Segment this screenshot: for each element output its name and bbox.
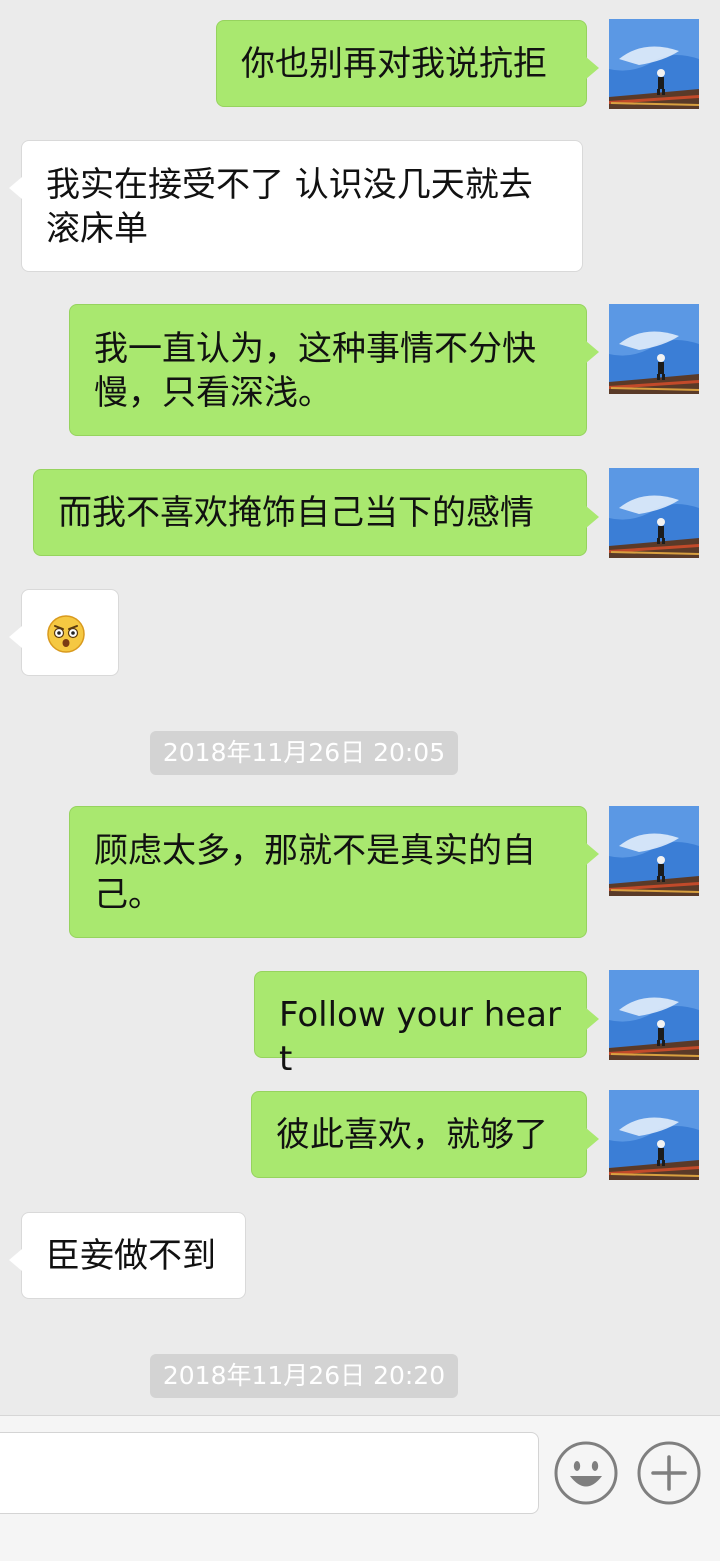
message-text: 我实在接受不了 认识没几天就去滚床单: [46, 165, 533, 249]
message-bubble-sent[interactable]: 而我不喜欢掩饰自己当下的感情: [33, 469, 599, 556]
my-avatar[interactable]: [609, 304, 699, 394]
message-bubble-sent[interactable]: 你也别再对我说抗拒: [216, 20, 599, 107]
message-text: 臣妾做不到: [46, 1236, 216, 1276]
timestamp: 2018年11月26日 20:20: [150, 1354, 458, 1398]
message-text: 顾虑太多，那就不是真实的自己。: [94, 831, 536, 915]
message-input[interactable]: [0, 1432, 539, 1514]
message-bubble-received[interactable]: [9, 589, 119, 676]
message-text: 我一直认为，这种事情不分快慢，只看深浅。: [94, 329, 536, 413]
avatar-image: [609, 970, 699, 1060]
shocked-face-emoji: [47, 615, 85, 653]
avatar-image: [609, 304, 699, 394]
my-avatar[interactable]: [609, 806, 699, 896]
timestamp: 2018年11月26日 20:05: [150, 731, 458, 775]
plus-icon[interactable]: [637, 1441, 701, 1505]
message-text: 彼此喜欢，就够了: [276, 1115, 548, 1155]
message-bubble-sent[interactable]: 彼此喜欢，就够了: [251, 1091, 599, 1178]
message-text: 而我不喜欢掩饰自己当下的感情: [58, 493, 534, 533]
avatar-image: [609, 468, 699, 558]
message-bubble-sent[interactable]: 我一直认为，这种事情不分快慢，只看深浅。: [69, 304, 599, 436]
avatar-image: [609, 19, 699, 109]
message-bubble-received[interactable]: 我实在接受不了 认识没几天就去滚床单: [9, 140, 583, 272]
avatar-image: [609, 806, 699, 896]
my-avatar[interactable]: [609, 468, 699, 558]
avatar-image: [609, 1090, 699, 1180]
message-text: Follow your heart: [279, 995, 561, 1079]
my-avatar[interactable]: [609, 19, 699, 109]
emoji-icon[interactable]: [554, 1441, 618, 1505]
my-avatar[interactable]: [609, 1090, 699, 1180]
my-avatar[interactable]: [609, 970, 699, 1060]
input-bar: [0, 1415, 720, 1561]
message-bubble-sent[interactable]: 顾虑太多，那就不是真实的自己。: [69, 806, 599, 938]
message-bubble-received[interactable]: 臣妾做不到: [9, 1212, 246, 1299]
message-text: 你也别再对我说抗拒: [241, 44, 547, 84]
message-bubble-sent[interactable]: Follow your heart: [254, 971, 599, 1079]
